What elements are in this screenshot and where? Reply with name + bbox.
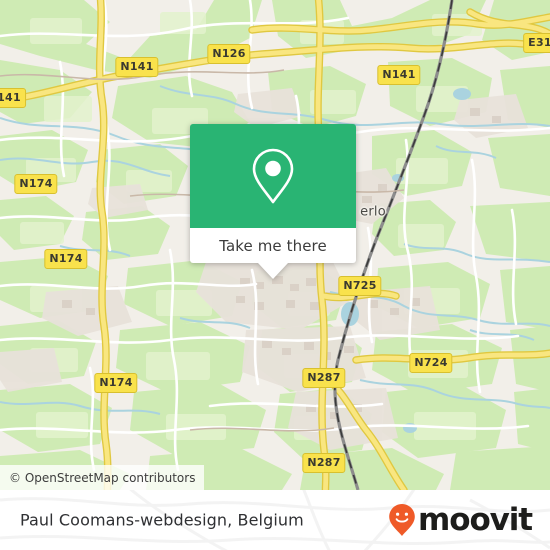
road-shield: N287 <box>302 453 346 473</box>
road-shield: N126 <box>207 44 251 64</box>
road-shield: N141 <box>377 65 421 85</box>
map-canvas[interactable]: 141 N141 N126 N141 E31 N174 N174 N725 N174 N287 N7… <box>0 0 550 490</box>
popup-footer[interactable]: Take me there <box>190 228 356 279</box>
moovit-wordmark: moovit <box>418 501 533 538</box>
map-pin-icon <box>252 148 294 204</box>
popup-header <box>190 124 356 228</box>
road-shield: N725 <box>338 276 382 296</box>
footer-bar: Paul Coomans-webdesign, Belgium moovit <box>0 490 550 550</box>
attribution-text: © OpenStreetMap contributors <box>9 470 196 485</box>
location-caption: Paul Coomans-webdesign, Belgium <box>20 510 304 530</box>
take-me-there-label: Take me there <box>219 236 327 255</box>
moovit-logo[interactable]: moovit <box>388 501 533 538</box>
place-label: erlo <box>360 204 386 220</box>
road-shield: E31 <box>523 33 550 53</box>
road-shield: N174 <box>94 373 138 393</box>
popup-pointer <box>258 263 288 279</box>
road-shield: N174 <box>14 174 58 194</box>
road-shield: N724 <box>409 353 453 373</box>
road-shield: N174 <box>44 249 88 269</box>
road-shield: 141 <box>0 88 26 108</box>
moovit-map-screenshot: 141 N141 N126 N141 E31 N174 N174 N725 N174 N287 N7… <box>0 0 550 550</box>
moovit-pin-icon <box>389 504 415 536</box>
road-shield: N287 <box>302 368 346 388</box>
osm-attribution[interactable]: © OpenStreetMap contributors <box>0 465 205 490</box>
location-popup[interactable]: Take me there <box>190 124 356 279</box>
road-shield: N141 <box>115 57 159 77</box>
